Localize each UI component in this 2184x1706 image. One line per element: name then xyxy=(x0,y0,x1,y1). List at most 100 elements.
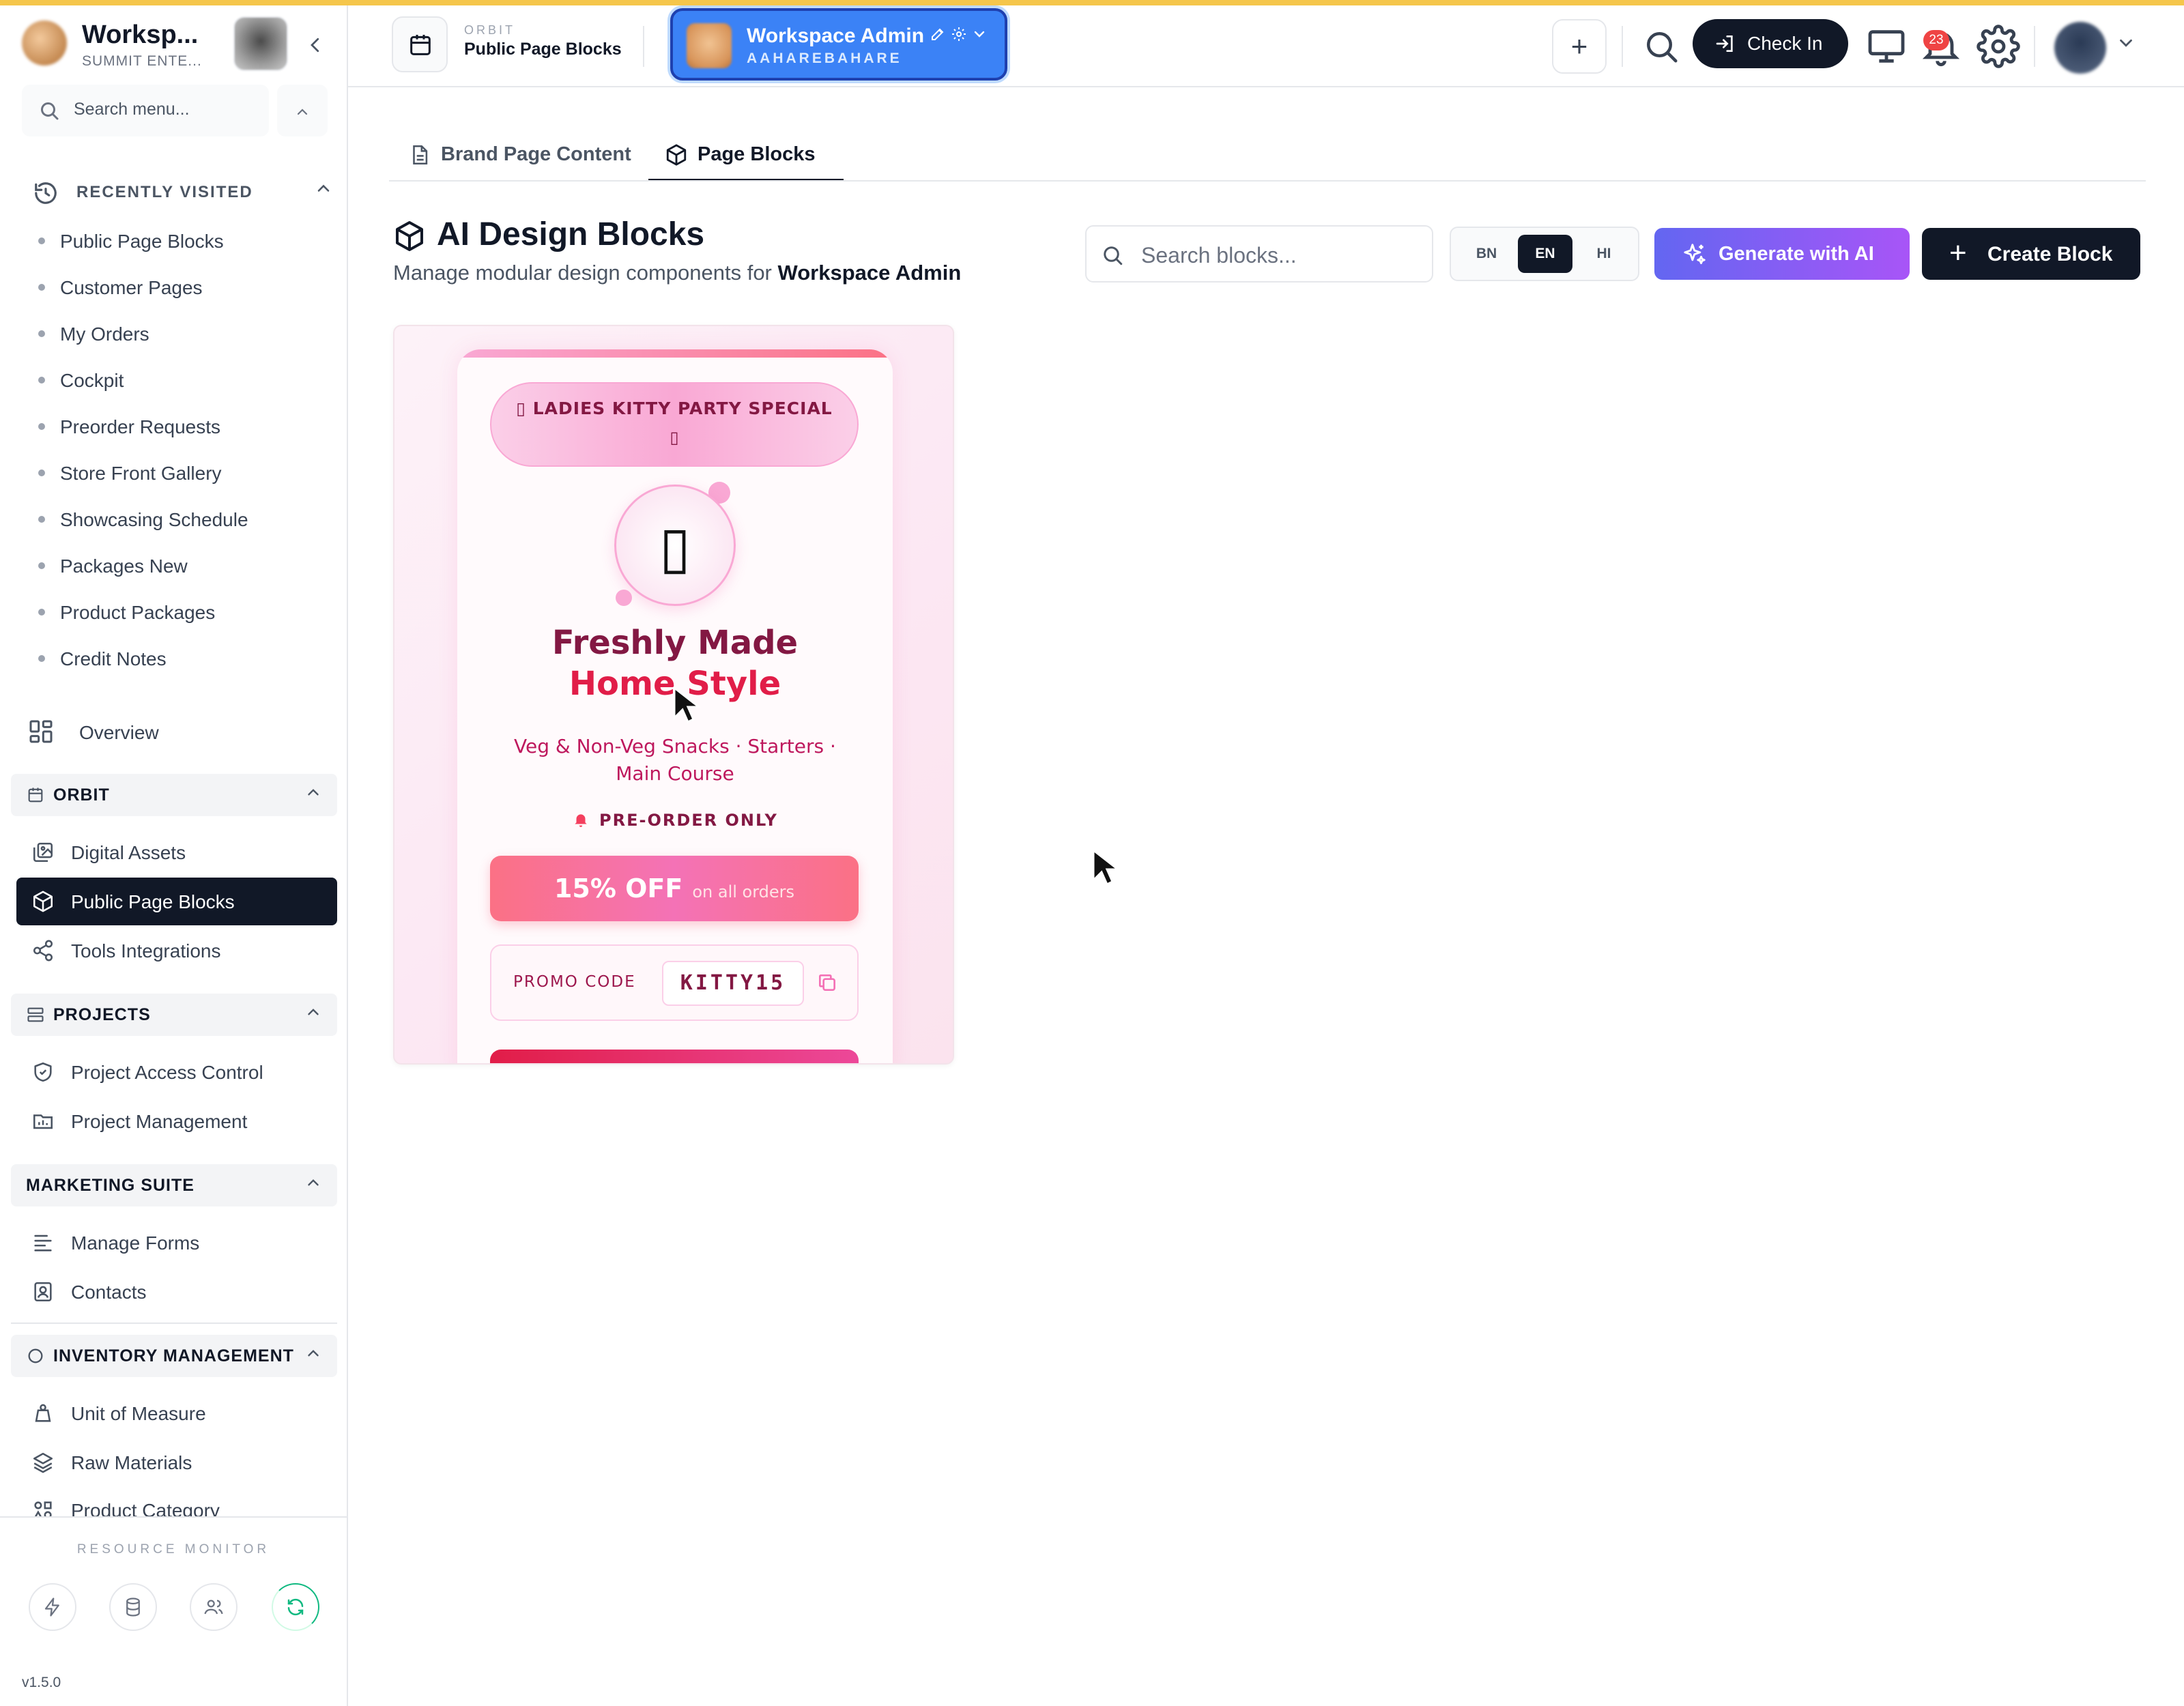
menu-search-toggle[interactable] xyxy=(277,85,328,136)
promo-badge: ▯ LADIES KITTY PARTY SPECIAL ▯ xyxy=(490,382,859,467)
language-option-bn[interactable]: BN xyxy=(1459,235,1514,273)
chevron-up-icon xyxy=(308,1350,319,1357)
group-header-inventory-management[interactable]: INVENTORY MANAGEMENT xyxy=(11,1335,337,1377)
gear-icon[interactable] xyxy=(1977,25,2020,68)
resource-monitor: RESOURCE MONITOR xyxy=(0,1516,347,1662)
nav-item-label: Project Access Control xyxy=(71,1062,263,1083)
language-option-en[interactable]: EN xyxy=(1518,235,1572,273)
box-icon xyxy=(33,891,53,912)
sidebar-item-manage-forms[interactable]: Manage Forms xyxy=(16,1219,337,1267)
resource-users-button[interactable] xyxy=(190,1583,238,1631)
create-block-button[interactable]: + Create Block xyxy=(1922,228,2140,280)
sidebar-item-tools-integrations[interactable]: Tools Integrations xyxy=(16,927,337,974)
top-accent-stripe xyxy=(0,0,2184,5)
decorative-bubble xyxy=(616,590,632,606)
resource-cpu-button[interactable] xyxy=(29,1583,76,1631)
topbar-divider xyxy=(2034,26,2035,67)
circle-icon xyxy=(28,1348,43,1363)
sidebar-item-project-management[interactable]: Project Management xyxy=(16,1097,337,1145)
group-title: MARKETING SUITE xyxy=(26,1176,195,1195)
chevron-up-icon xyxy=(317,184,330,192)
bullet-dot xyxy=(38,237,45,244)
topbar: ORBIT Public Page Blocks Workspace Admin… xyxy=(348,5,2184,87)
resource-database-button[interactable] xyxy=(109,1583,157,1631)
workspace-switcher[interactable]: Workspace Admin AAHAREBAHARE xyxy=(670,8,1007,81)
box-icon xyxy=(396,221,423,251)
discount-subtext: on all orders xyxy=(692,882,795,901)
group-title: INVENTORY MANAGEMENT xyxy=(53,1346,294,1365)
history-icon xyxy=(35,182,57,204)
recent-item-label: Product Packages xyxy=(60,602,216,623)
nav-item-label: Digital Assets xyxy=(71,842,186,863)
tab-page-blocks[interactable]: Page Blocks xyxy=(648,134,844,182)
topbar-divider xyxy=(643,26,644,67)
chevron-up-icon xyxy=(308,1009,319,1015)
sidebar-item-overview[interactable]: Overview xyxy=(27,714,328,752)
promo-badge-glyph: ▯ xyxy=(670,429,679,447)
menu-search[interactable]: Search menu... xyxy=(22,85,269,136)
preorder-notice: PRE-ORDER ONLY xyxy=(457,811,893,830)
block-search[interactable] xyxy=(1085,225,1433,283)
search-icon[interactable] xyxy=(1641,26,1682,67)
promo-code-box: PROMO CODE KITTY15 xyxy=(490,944,859,1021)
resource-sync-button[interactable] xyxy=(272,1583,319,1631)
sidebar-item-public-page-blocks[interactable]: Public Page Blocks xyxy=(16,878,337,925)
nav-item-label: Unit of Measure xyxy=(71,1403,206,1424)
edit-icon[interactable] xyxy=(930,26,946,42)
create-block-label: Create Block xyxy=(1987,243,2113,265)
gear-icon[interactable] xyxy=(951,26,967,42)
chevron-down-icon[interactable] xyxy=(971,26,988,42)
contact-card-icon xyxy=(34,1282,52,1302)
language-option-hi[interactable]: HI xyxy=(1577,235,1631,273)
preview-top-bar xyxy=(457,349,893,358)
sidebar-item-unit-of-measure[interactable]: Unit of Measure xyxy=(16,1389,337,1437)
bullet-dot xyxy=(38,330,45,337)
recently-visited-header[interactable]: RECENTLY VISITED xyxy=(33,177,333,209)
monitor-icon[interactable] xyxy=(1865,25,1908,68)
chevron-down-icon[interactable] xyxy=(2116,33,2136,53)
sidebar-item-project-access-control[interactable]: Project Access Control xyxy=(16,1048,337,1096)
refresh-icon xyxy=(287,1598,304,1616)
generate-with-ai-button[interactable]: Generate with AI xyxy=(1654,228,1910,280)
notification-count-badge: 23 xyxy=(1923,30,1949,50)
mouse-cursor-icon xyxy=(673,686,700,724)
sidebar-item-contacts[interactable]: Contacts xyxy=(16,1268,337,1316)
user-avatar[interactable] xyxy=(2054,22,2106,74)
menu-search-placeholder[interactable]: Search menu... xyxy=(74,100,190,119)
nav-item-label: Manage Forms xyxy=(71,1232,200,1254)
app-version: v1.5.0 xyxy=(22,1675,61,1690)
overview-label: Overview xyxy=(79,722,159,743)
sidebar-item-product-category[interactable]: Product Category xyxy=(16,1486,337,1516)
page-subtitle-workspace: Workspace Admin xyxy=(777,261,962,285)
tab-brand-page-content[interactable]: Brand Page Content xyxy=(408,134,633,182)
breadcrumb-icon-box xyxy=(392,16,448,72)
nav-item-label: Raw Materials xyxy=(71,1452,192,1473)
check-in-button[interactable]: Check In xyxy=(1693,19,1848,68)
collapse-sidebar-button[interactable] xyxy=(300,33,330,63)
recent-item-label: Preorder Requests xyxy=(60,416,221,437)
group-header-orbit[interactable]: ORBIT xyxy=(11,774,337,816)
brand-logo[interactable] xyxy=(22,20,67,66)
sidebar-item-digital-assets[interactable]: Digital Assets xyxy=(16,828,337,876)
brand-subtitle: SUMMIT ENTE... xyxy=(82,53,202,69)
sidebar-item-raw-materials[interactable]: Raw Materials xyxy=(16,1438,337,1486)
bullet-dot xyxy=(38,609,45,616)
emoji-glyph: ▯ xyxy=(659,514,691,581)
recent-item-label: Store Front Gallery xyxy=(60,463,222,484)
recent-item-label: Cockpit xyxy=(60,370,124,391)
recent-item-label: Packages New xyxy=(60,555,188,577)
nav-item-label: Product Category xyxy=(71,1500,220,1516)
tab-label: Page Blocks xyxy=(698,143,816,165)
brand-name[interactable]: Worksp... xyxy=(82,20,198,50)
workspace-avatar[interactable] xyxy=(233,16,288,71)
block-search-input[interactable] xyxy=(1141,240,1414,270)
copy-icon[interactable] xyxy=(816,972,838,994)
workspace-tools xyxy=(930,26,988,47)
bullet-dot xyxy=(38,562,45,569)
preview-heading-line1: Freshly Made xyxy=(551,624,799,662)
group-header-marketing-suite[interactable]: MARKETING SUITE xyxy=(11,1164,337,1206)
sparkles-icon xyxy=(1684,244,1706,265)
lightning-icon xyxy=(44,1597,59,1617)
quick-add-button[interactable]: + xyxy=(1552,19,1607,74)
group-header-projects[interactable]: PROJECTS xyxy=(11,994,337,1036)
